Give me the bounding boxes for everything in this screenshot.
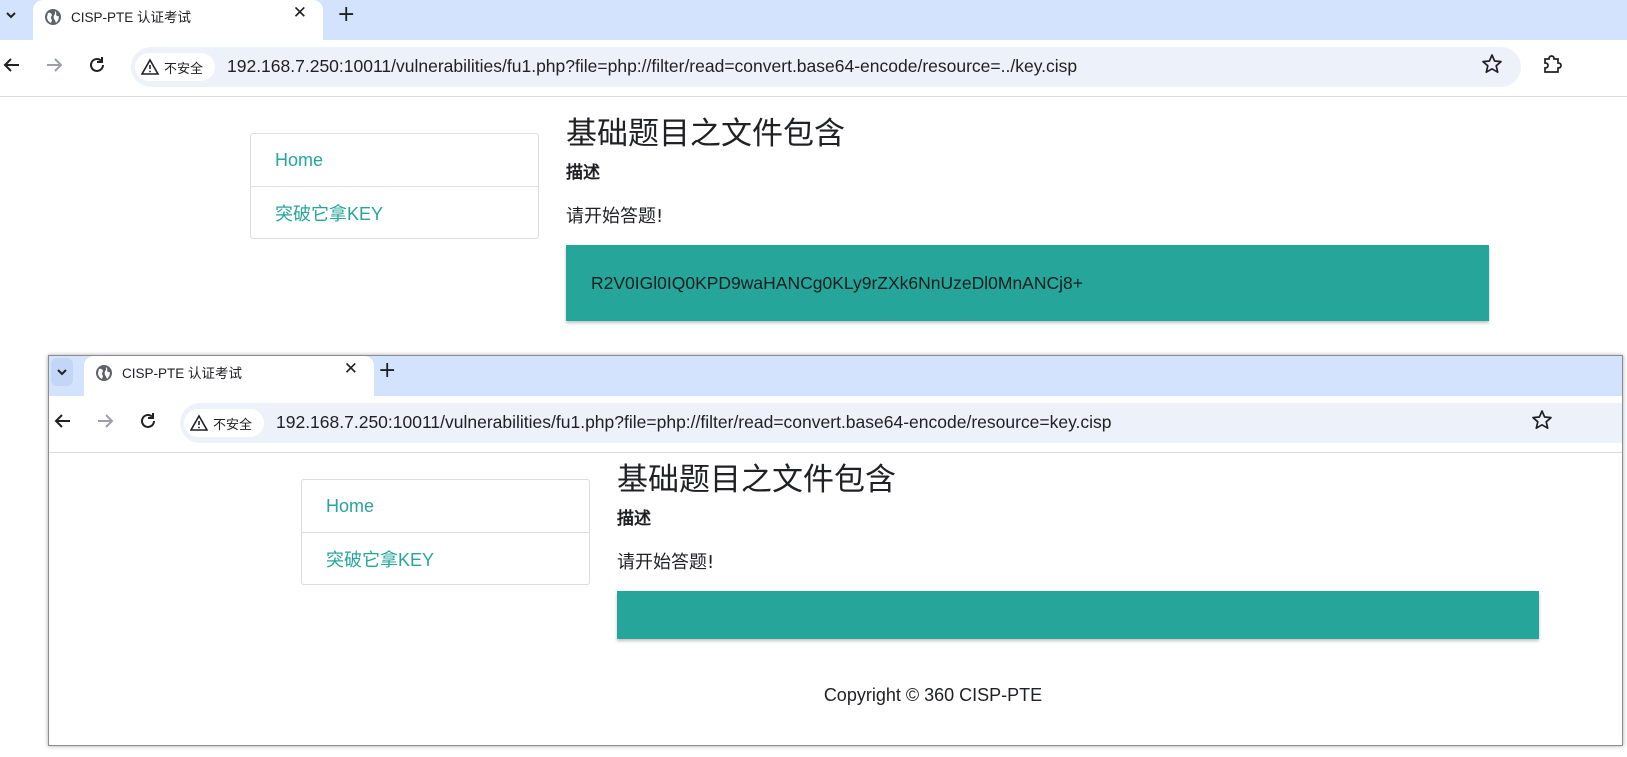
description-label: 描述: [617, 509, 651, 529]
forward-button[interactable]: [93, 409, 117, 433]
star-icon[interactable]: [1481, 53, 1503, 75]
puzzle-icon[interactable]: [1541, 53, 1563, 75]
globe-icon: [96, 365, 112, 381]
reload-icon: [141, 413, 155, 428]
security-label: 不安全: [164, 61, 204, 77]
browser-toolbar: 不安全 192.168.7.250:10011/vulnerabilities/…: [0, 40, 1627, 97]
plus-icon[interactable]: +: [378, 358, 396, 383]
back-button[interactable]: [0, 53, 24, 77]
page-content: Home 突破它拿KEY 基础题目之文件包含 描述 请开始答题! Copyrig…: [49, 444, 1622, 745]
description-text: 请开始答题!: [566, 206, 664, 227]
chevron-down-icon: [6, 12, 16, 19]
tab-title: CISP-PTE 认证考试: [71, 10, 192, 25]
description-text: 请开始答题!: [617, 552, 715, 573]
result-box: R2V0IGl0IQ0KPD9waHANCg0KLy9rZXk6NnUzeDl0…: [566, 245, 1489, 321]
reload-button[interactable]: [136, 409, 160, 433]
close-icon[interactable]: ✕: [344, 359, 358, 379]
browser-window-1: CISP-PTE 认证考试 ✕ + 不安全 192.168.7.250:1001…: [0, 0, 1627, 340]
sidebar-item-get-key[interactable]: 突破它拿KEY: [251, 186, 538, 238]
sidebar-nav: Home 突破它拿KEY: [301, 479, 590, 585]
warning-triangle-icon: [190, 414, 208, 431]
url-text[interactable]: 192.168.7.250:10011/vulnerabilities/fu1.…: [227, 56, 1077, 77]
security-chip[interactable]: 不安全: [135, 53, 215, 81]
page-title: 基础题目之文件包含: [566, 116, 845, 152]
sidebar-nav: Home 突破它拿KEY: [250, 133, 539, 239]
browser-window-2: CISP-PTE 认证考试 ✕ + 不安全 192.168.7.250:1001…: [48, 355, 1623, 746]
arrow-right-icon: [47, 58, 63, 72]
star-icon[interactable]: [1531, 409, 1553, 431]
sidebar-item-home[interactable]: Home: [251, 134, 538, 186]
arrow-left-icon: [54, 414, 70, 428]
tab-search-button[interactable]: [51, 358, 73, 386]
close-icon[interactable]: ✕: [293, 3, 307, 23]
plus-icon[interactable]: +: [337, 2, 355, 27]
browser-tab[interactable]: CISP-PTE 认证考试 ✕: [33, 0, 323, 40]
security-label: 不安全: [213, 417, 253, 433]
result-text: R2V0IGl0IQ0KPD9waHANCg0KLy9rZXk6NnUzeDl0…: [591, 272, 1083, 293]
tab-strip: CISP-PTE 认证考试 ✕ +: [49, 356, 1622, 396]
reload-icon: [90, 57, 104, 72]
page-content: Home 突破它拿KEY 基础题目之文件包含 描述 请开始答题! R2V0IGl…: [0, 98, 1627, 340]
browser-tab[interactable]: CISP-PTE 认证考试 ✕: [84, 356, 374, 396]
description-label: 描述: [566, 163, 600, 183]
result-box: [617, 591, 1539, 639]
back-button[interactable]: [51, 409, 75, 433]
tab-search-button[interactable]: [0, 0, 22, 30]
globe-icon: [45, 9, 61, 25]
chevron-down-icon: [57, 369, 67, 376]
tab-strip: CISP-PTE 认证考试 ✕ +: [0, 0, 1627, 40]
footer-copyright: Copyright © 360 CISP-PTE: [823, 685, 1043, 705]
sidebar-item-get-key[interactable]: 突破它拿KEY: [302, 532, 589, 584]
address-bar[interactable]: 不安全 192.168.7.250:10011/vulnerabilities/…: [180, 403, 1622, 443]
address-bar[interactable]: 不安全 192.168.7.250:10011/vulnerabilities/…: [131, 47, 1521, 87]
security-chip[interactable]: 不安全: [184, 409, 264, 437]
forward-button[interactable]: [42, 53, 66, 77]
sidebar-item-home[interactable]: Home: [302, 480, 589, 532]
url-text[interactable]: 192.168.7.250:10011/vulnerabilities/fu1.…: [276, 412, 1112, 433]
page-title: 基础题目之文件包含: [617, 462, 896, 498]
arrow-right-icon: [98, 414, 114, 428]
reload-button[interactable]: [85, 53, 109, 77]
tab-title: CISP-PTE 认证考试: [122, 366, 243, 381]
arrow-left-icon: [3, 58, 19, 72]
warning-triangle-icon: [141, 58, 159, 75]
